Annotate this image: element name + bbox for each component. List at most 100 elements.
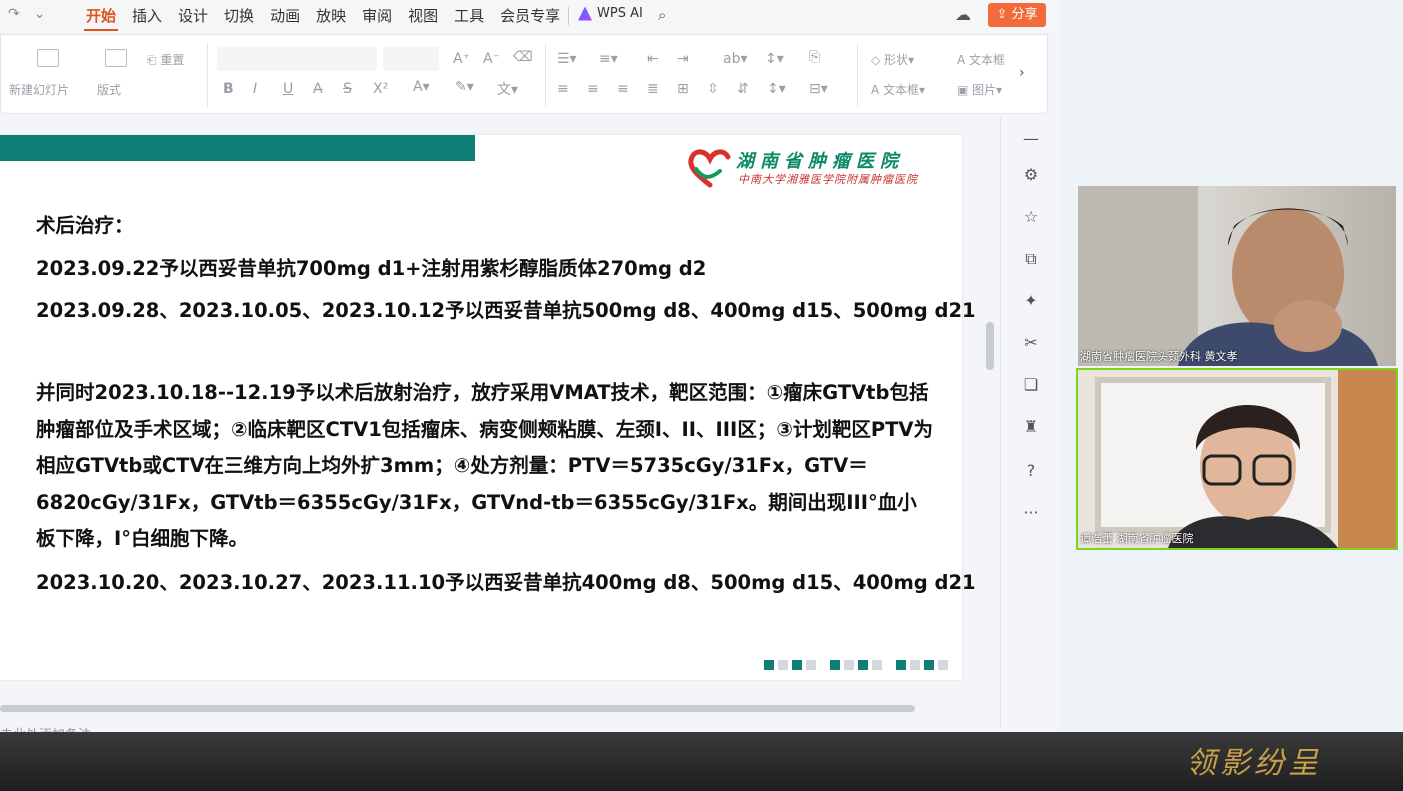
italic-button[interactable]: I [253, 81, 257, 97]
strikethrough-icon[interactable]: A̶ [313, 81, 323, 97]
hospital-name: 湖南省肿瘤医院 [736, 151, 904, 172]
font-family-select[interactable] [217, 47, 377, 71]
clear-format-icon[interactable]: ⌫ [513, 49, 533, 65]
slide-line-1: 2023.09.22予以西妥昔单抗700mg d1+注射用紫杉醇脂质体270mg… [36, 257, 707, 280]
help-icon[interactable]: ? [1021, 461, 1041, 480]
bullet-list-icon[interactable]: ☰▾ [557, 51, 577, 67]
tab-review[interactable]: 审阅 [354, 5, 400, 27]
superscript-button[interactable]: X² [373, 81, 388, 97]
slide-heading: 术后治疗： [36, 214, 134, 237]
increase-font-icon[interactable]: A⁺ [453, 51, 470, 67]
collapse-icon[interactable]: — [1021, 129, 1041, 148]
vertical-scrollbar[interactable] [984, 117, 998, 717]
chevron-down-icon[interactable]: ⌄ [34, 6, 46, 22]
highlight-icon[interactable]: ✎▾ [455, 79, 474, 95]
hospital-subtitle: 中南大学湘雅医学院附属肿瘤医院 [738, 173, 918, 186]
share-label: 分享 [1011, 7, 1038, 22]
textbox2-label: 文本框 [883, 83, 920, 97]
ribbon-toolbar: 新建幻灯片 版式 ⎗ 重置 A⁺ A⁻ ⌫ B I U A̶ S X² A▾ ✎… [0, 34, 1048, 114]
video-tile-speaker-1[interactable]: 湖南省肿瘤医院头颈外科 黄文孝 [1078, 186, 1396, 366]
quick-access: ↷ ⌄ [8, 6, 45, 22]
line-spacing-icon[interactable]: ↕▾ [765, 51, 784, 67]
decrease-font-icon[interactable]: A⁻ [483, 51, 500, 67]
slide-canvas[interactable]: 湖南省肿瘤医院 中南大学湘雅医学院附属肿瘤医院 术后治疗： 2023.09.22… [0, 135, 976, 680]
dot [896, 660, 906, 670]
wps-ai-button[interactable]: WPS AI [578, 6, 643, 21]
underline-button[interactable]: U [283, 81, 293, 97]
phonetic-icon[interactable]: 文▾ [497, 79, 518, 99]
video-tile-speaker-2[interactable]: 谭浩蕾 湖南省肿瘤医院 [1076, 368, 1398, 550]
tab-home[interactable]: 开始 [78, 5, 124, 31]
strike-button[interactable]: S [343, 81, 352, 97]
dot [844, 660, 854, 670]
numbered-list-icon[interactable]: ≡▾ [599, 51, 618, 67]
wps-presentation-window: ↷ ⌄ 开始 插入 设计 切换 动画 放映 审阅 视图 工具 会员专享 WPS … [0, 0, 1060, 740]
new-slide-button[interactable]: 新建幻灯片 [9, 81, 69, 98]
paragraph-spacing-icon[interactable]: ↕▾ [767, 81, 786, 97]
textbox2-button[interactable]: A 文本框▾ [871, 81, 925, 98]
convert-icon[interactable]: ⎘ [809, 49, 820, 65]
participant-video-1 [1078, 186, 1378, 366]
shirt-icon[interactable]: ♜ [1021, 417, 1041, 436]
horizontal-scrollbar[interactable] [0, 703, 920, 713]
bold-button[interactable]: B [223, 81, 234, 97]
picture-button[interactable]: ▣ 图片▾ [957, 81, 1002, 98]
participant-2-name: 谭浩蕾 湖南省肿瘤医院 [1080, 532, 1194, 545]
layout-icon[interactable] [105, 49, 127, 67]
ribbon-tabs: 开始 插入 设计 切换 动画 放映 审阅 视图 工具 会员专享 [78, 5, 568, 31]
copy-icon[interactable]: ⧉ [1021, 249, 1041, 269]
new-slide-icon[interactable] [37, 49, 59, 67]
ribbon-separator [545, 43, 546, 107]
reset-label: 重置 [160, 53, 185, 67]
align-left-icon[interactable]: ≡ [557, 81, 569, 97]
align-center-icon[interactable]: ≡ [587, 81, 599, 97]
font-size-select[interactable] [383, 47, 439, 71]
textbox-button[interactable]: A 文本框 [957, 51, 1005, 68]
ribbon-separator [857, 43, 858, 107]
tab-insert[interactable]: 插入 [124, 5, 170, 27]
distribute-icon[interactable]: ⊞ [677, 81, 689, 97]
right-tool-rail: — ⚙ ☆ ⧉ ✦ ✂ ❏ ♜ ? ··· [1000, 117, 1060, 729]
increase-indent-icon[interactable]: ⇥ [677, 51, 689, 67]
decrease-indent-icon[interactable]: ⇤ [647, 51, 659, 67]
share-icon: ⇪ [996, 7, 1008, 22]
tools-icon[interactable]: ✂ [1021, 333, 1041, 352]
tab-view[interactable]: 视图 [400, 5, 446, 27]
share-button[interactable]: ⇪ 分享 [988, 3, 1046, 27]
participant-1-name: 湖南省肿瘤医院头颈外科 黄文孝 [1080, 350, 1238, 363]
text-align-box-icon[interactable]: ⊟▾ [809, 81, 828, 97]
hospital-logo: 湖南省肿瘤医院 中南大学湘雅医学院附属肿瘤医院 [686, 145, 936, 189]
font-color-icon[interactable]: A▾ [413, 79, 430, 95]
tab-transition[interactable]: 切换 [216, 5, 262, 27]
textbox-label: 文本框 [969, 53, 1006, 67]
animation-icon[interactable]: ✦ [1021, 291, 1041, 310]
book-icon[interactable]: ❏ [1021, 375, 1041, 394]
tab-member[interactable]: 会员专享 [492, 5, 568, 27]
more-icon[interactable]: ··· [1021, 503, 1041, 522]
cloud-upload-icon[interactable]: ☁ [955, 5, 971, 24]
shape-label: 形状 [884, 53, 909, 67]
redo-icon[interactable]: ↷ [8, 6, 20, 22]
justify-icon[interactable]: ≣ [647, 81, 659, 97]
horizontal-scroll-thumb[interactable] [0, 705, 915, 712]
tab-animation[interactable]: 动画 [262, 5, 308, 27]
dot [792, 660, 802, 670]
tab-slideshow[interactable]: 放映 [308, 5, 354, 27]
ribbon-separator [207, 43, 208, 107]
tab-tools[interactable]: 工具 [446, 5, 492, 27]
text-direction-icon[interactable]: ab▾ [723, 51, 748, 67]
settings-sliders-icon[interactable]: ⚙ [1021, 165, 1041, 184]
vertical-align-icon[interactable]: ⇳ [707, 81, 719, 97]
chevron-right-icon[interactable]: › [1019, 65, 1025, 81]
tab-design[interactable]: 设计 [170, 5, 216, 27]
reset-button[interactable]: ⎗ 重置 [147, 51, 184, 68]
shape-button[interactable]: ◇ 形状▾ [871, 51, 914, 68]
star-icon[interactable]: ☆ [1021, 207, 1041, 226]
search-icon[interactable]: ⌕ [658, 6, 666, 24]
align-right-icon[interactable]: ≡ [617, 81, 629, 97]
picture-label: 图片 [972, 83, 997, 97]
vertical-scroll-thumb[interactable] [986, 322, 994, 370]
column-icon[interactable]: ⇵ [737, 81, 749, 97]
layout-button[interactable]: 版式 [97, 81, 121, 98]
slide-paragraph: 并同时2023.10.18--12.19予以术后放射治疗，放疗采用VMAT技术，… [36, 381, 934, 550]
